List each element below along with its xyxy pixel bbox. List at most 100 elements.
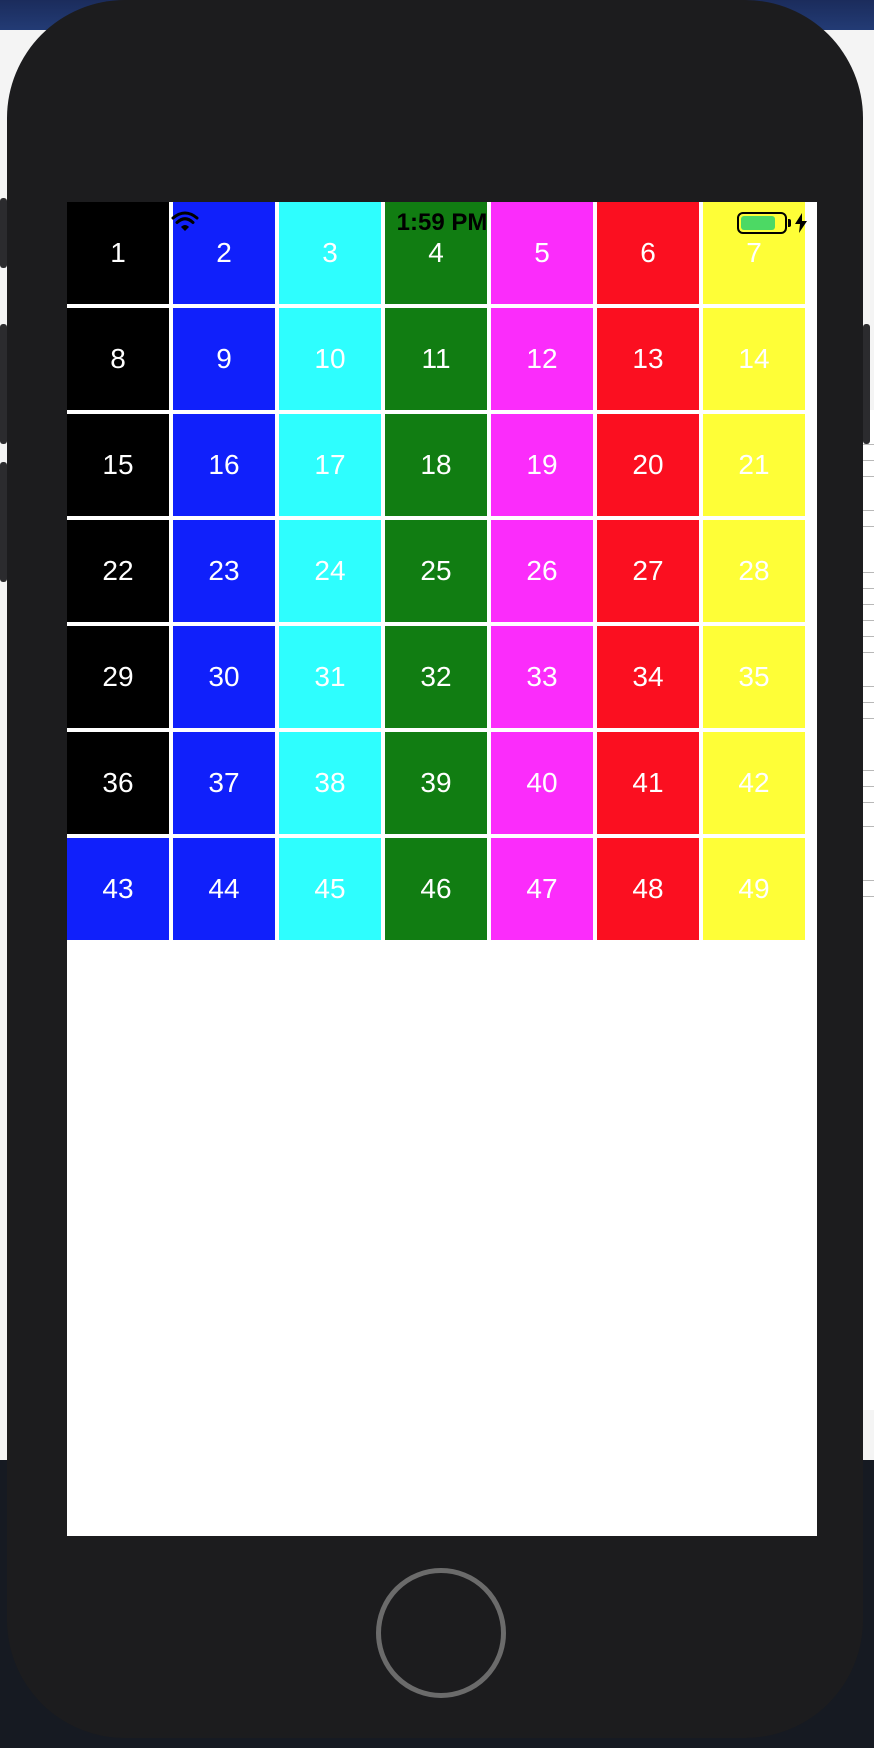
grid-cell-6[interactable]: 6 (597, 202, 699, 304)
grid-cell-label: 42 (738, 767, 770, 798)
grid-cell-18[interactable]: 18 (385, 414, 487, 516)
grid-cell-label: 43 (102, 873, 134, 904)
grid-cell-17[interactable]: 17 (279, 414, 381, 516)
grid-cell-label: 46 (420, 873, 452, 904)
grid-cell-26[interactable]: 26 (491, 520, 593, 622)
grid-cell-label: 23 (208, 555, 240, 586)
grid-cell-label: 12 (526, 343, 558, 374)
grid-cell-25[interactable]: 25 (385, 520, 487, 622)
grid-cell-41[interactable]: 41 (597, 732, 699, 834)
grid-cell-40[interactable]: 40 (491, 732, 593, 834)
grid-cell-31[interactable]: 31 (279, 626, 381, 728)
grid-cell-20[interactable]: 20 (597, 414, 699, 516)
grid-cell-label: 3 (322, 237, 338, 268)
grid-cell-label: 49 (738, 873, 770, 904)
grid-cell-16[interactable]: 16 (173, 414, 275, 516)
grid-cell-2[interactable]: 2 (173, 202, 275, 304)
grid-cell-label: 31 (314, 661, 346, 692)
grid-cell-5[interactable]: 5 (491, 202, 593, 304)
grid-cell-label: 7 (746, 237, 762, 268)
grid-cell-39[interactable]: 39 (385, 732, 487, 834)
grid-cell-label: 34 (632, 661, 664, 692)
grid-cell-label: 32 (420, 661, 452, 692)
grid-cell-label: 24 (314, 555, 346, 586)
grid-cell-35[interactable]: 35 (703, 626, 805, 728)
grid-cell-label: 41 (632, 767, 664, 798)
grid-cell-label: 21 (738, 449, 770, 480)
grid-cell-32[interactable]: 32 (385, 626, 487, 728)
grid-cell-34[interactable]: 34 (597, 626, 699, 728)
grid-cell-19[interactable]: 19 (491, 414, 593, 516)
grid-cell-24[interactable]: 24 (279, 520, 381, 622)
grid-cell-48[interactable]: 48 (597, 838, 699, 940)
grid-cell-43[interactable]: 43 (67, 838, 169, 940)
grid-cell-42[interactable]: 42 (703, 732, 805, 834)
grid-cell-label: 4 (428, 237, 444, 268)
grid-cell-label: 30 (208, 661, 240, 692)
grid-cell-label: 13 (632, 343, 664, 374)
grid-cell-46[interactable]: 46 (385, 838, 487, 940)
grid-cell-9[interactable]: 9 (173, 308, 275, 410)
grid-cell-29[interactable]: 29 (67, 626, 169, 728)
color-grid: 1 2 3 4 5 6 7 8 9 10 11 12 13 14 15 16 17 18 19 20 21 22 23 24 2… (67, 202, 809, 944)
grid-cell-4[interactable]: 4 (385, 202, 487, 304)
grid-cell-label: 2 (216, 237, 232, 268)
grid-cell-8[interactable]: 8 (67, 308, 169, 410)
grid-cell-13[interactable]: 13 (597, 308, 699, 410)
grid-cell-label: 26 (526, 555, 558, 586)
grid-cell-label: 47 (526, 873, 558, 904)
grid-cell-37[interactable]: 37 (173, 732, 275, 834)
grid-cell-label: 16 (208, 449, 240, 480)
grid-cell-23[interactable]: 23 (173, 520, 275, 622)
grid-cell-45[interactable]: 45 (279, 838, 381, 940)
grid-cell-label: 1 (110, 237, 126, 268)
grid-cell-33[interactable]: 33 (491, 626, 593, 728)
grid-cell-7[interactable]: 7 (703, 202, 805, 304)
grid-cell-44[interactable]: 44 (173, 838, 275, 940)
grid-cell-label: 29 (102, 661, 134, 692)
grid-cell-12[interactable]: 12 (491, 308, 593, 410)
grid-cell-1[interactable]: 1 (67, 202, 169, 304)
grid-cell-label: 8 (110, 343, 126, 374)
home-button[interactable] (376, 1568, 506, 1698)
grid-cell-label: 14 (738, 343, 770, 374)
grid-cell-10[interactable]: 10 (279, 308, 381, 410)
power-button[interactable] (863, 324, 870, 444)
grid-cell-label: 45 (314, 873, 346, 904)
grid-cell-label: 28 (738, 555, 770, 586)
grid-cell-label: 10 (314, 343, 346, 374)
grid-cell-15[interactable]: 15 (67, 414, 169, 516)
grid-cell-36[interactable]: 36 (67, 732, 169, 834)
volume-up-button[interactable] (0, 324, 7, 444)
grid-cell-label: 38 (314, 767, 346, 798)
grid-cell-38[interactable]: 38 (279, 732, 381, 834)
grid-cell-label: 15 (102, 449, 134, 480)
grid-cell-label: 27 (632, 555, 664, 586)
iphone-simulator-frame: 1 2 3 4 5 6 7 8 9 10 11 12 13 14 15 16 17 18 19 20 21 22 23 24 2… (0, 0, 870, 1738)
grid-cell-28[interactable]: 28 (703, 520, 805, 622)
grid-cell-14[interactable]: 14 (703, 308, 805, 410)
grid-cell-47[interactable]: 47 (491, 838, 593, 940)
device-screen: 1 2 3 4 5 6 7 8 9 10 11 12 13 14 15 16 17 18 19 20 21 22 23 24 2… (67, 202, 817, 1536)
grid-cell-label: 33 (526, 661, 558, 692)
grid-cell-label: 44 (208, 873, 240, 904)
grid-cell-21[interactable]: 21 (703, 414, 805, 516)
grid-cell-label: 48 (632, 873, 664, 904)
mute-switch[interactable] (0, 198, 7, 268)
grid-cell-label: 6 (640, 237, 656, 268)
grid-cell-label: 18 (420, 449, 452, 480)
grid-cell-label: 22 (102, 555, 134, 586)
grid-cell-label: 36 (102, 767, 134, 798)
volume-down-button[interactable] (0, 462, 7, 582)
grid-cell-22[interactable]: 22 (67, 520, 169, 622)
grid-cell-11[interactable]: 11 (385, 308, 487, 410)
grid-cell-30[interactable]: 30 (173, 626, 275, 728)
grid-cell-label: 35 (738, 661, 770, 692)
grid-cell-label: 19 (526, 449, 558, 480)
grid-cell-label: 25 (420, 555, 452, 586)
grid-cell-label: 39 (420, 767, 452, 798)
grid-cell-27[interactable]: 27 (597, 520, 699, 622)
grid-cell-label: 17 (314, 449, 346, 480)
grid-cell-49[interactable]: 49 (703, 838, 805, 940)
grid-cell-3[interactable]: 3 (279, 202, 381, 304)
